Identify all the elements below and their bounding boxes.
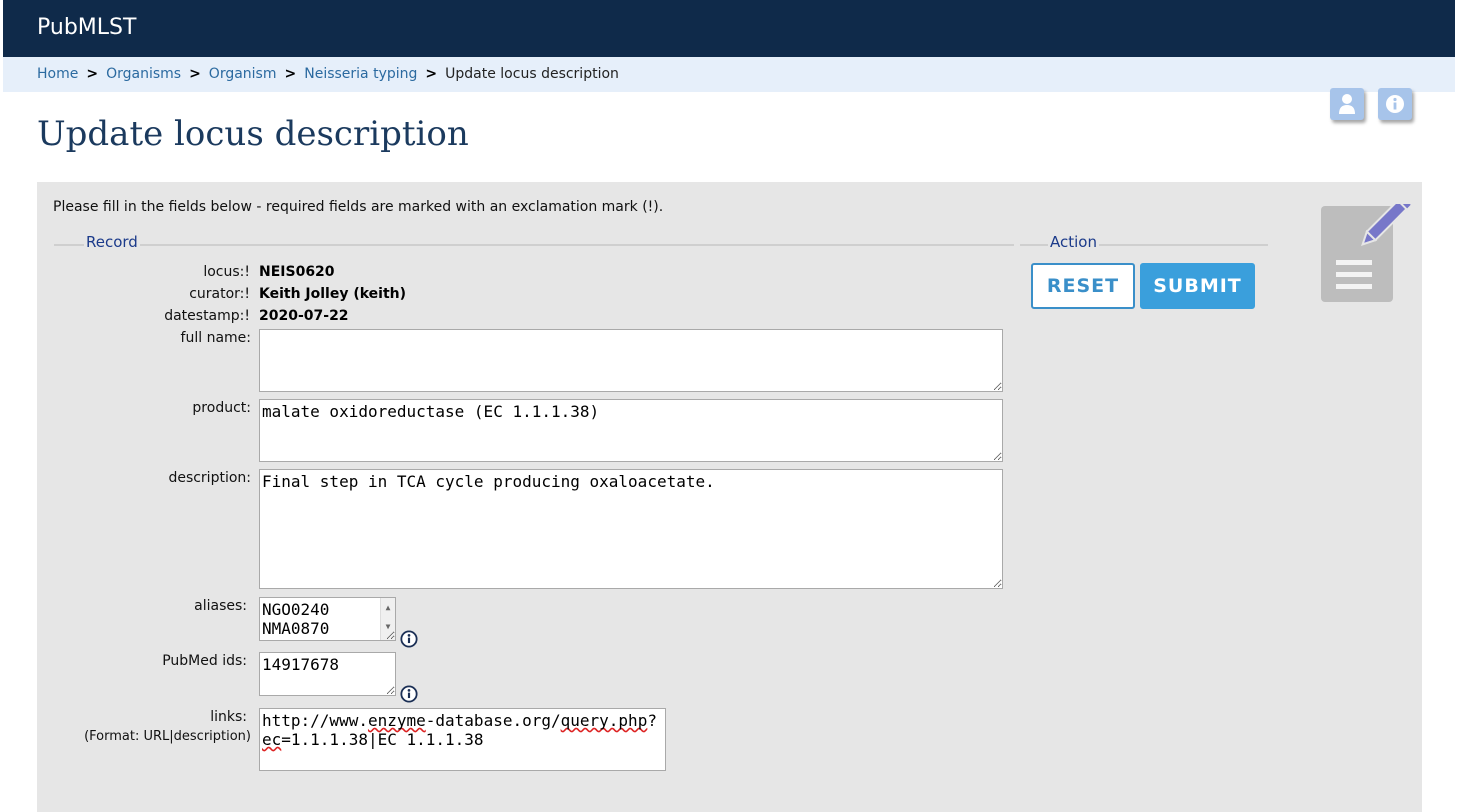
page-title: Update locus description xyxy=(37,114,469,154)
full-name-label: full name: xyxy=(180,330,251,346)
breadcrumb-neisseria-typing[interactable]: Neisseria typing xyxy=(304,66,417,82)
aliases-scrollbar[interactable]: ▲ ▼ xyxy=(380,598,395,640)
aliases-field[interactable]: NGO0240 NMA0870 ▲ ▼ xyxy=(259,597,396,641)
user-icon xyxy=(1339,94,1355,114)
record-legend: Record xyxy=(84,233,140,251)
link-text: ? xyxy=(647,711,657,730)
link-text: http://www. xyxy=(262,711,368,730)
breadcrumb-home[interactable]: Home xyxy=(37,66,78,82)
pubmed-info-icon[interactable] xyxy=(400,685,418,703)
brand-title[interactable]: PubMLST xyxy=(37,15,136,40)
link-text-misspelled: query.php xyxy=(560,711,648,730)
datestamp-value: 2020-07-22 xyxy=(259,308,349,324)
locus-value: NEIS0620 xyxy=(259,264,335,280)
curator-value: Keith Jolley (keith) xyxy=(259,286,407,302)
breadcrumb-organism[interactable]: Organism xyxy=(209,66,277,82)
reset-button[interactable]: RESET xyxy=(1031,263,1135,309)
curator-label: curator:! xyxy=(189,286,250,302)
aliases-info-icon[interactable] xyxy=(400,630,418,648)
form-instructions: Please fill in the fields below - requir… xyxy=(53,199,664,215)
pubmed-ids-label: PubMed ids: xyxy=(162,653,247,669)
product-label: product: xyxy=(192,400,251,416)
pubmed-ids-field[interactable] xyxy=(259,652,396,696)
full-name-field[interactable] xyxy=(259,329,1003,392)
datestamp-label: datestamp:! xyxy=(164,308,250,324)
alias-item: NMA0870 xyxy=(262,619,330,638)
link-text: =1.1.1.38|EC 1.1.1.38 xyxy=(281,730,484,749)
edit-document-icon xyxy=(1321,204,1411,302)
breadcrumb: Home > Organisms > Organism > Neisseria typing… xyxy=(3,57,1455,92)
breadcrumb-current: Update locus description xyxy=(445,66,619,82)
info-button[interactable] xyxy=(1378,88,1412,120)
locus-label: locus:! xyxy=(203,264,250,280)
links-label: links: xyxy=(210,709,247,725)
record-fieldset-border xyxy=(54,244,1014,246)
action-legend: Action xyxy=(1048,233,1099,251)
scroll-up-icon[interactable]: ▲ xyxy=(381,598,395,617)
description-label: description: xyxy=(168,470,251,486)
link-text-misspelled: enzyme xyxy=(367,711,426,730)
links-field[interactable]: http://www.enzyme-database.org/query.php… xyxy=(259,708,666,771)
breadcrumb-separator: > xyxy=(189,66,201,82)
link-text-misspelled: ec xyxy=(262,730,282,749)
link-text: -database.org/ xyxy=(425,711,561,730)
breadcrumb-separator: > xyxy=(86,66,99,82)
submit-button[interactable]: SUBMIT xyxy=(1140,263,1255,309)
links-format-hint: (Format: URL|description) xyxy=(84,729,251,744)
breadcrumb-separator: > xyxy=(284,66,297,82)
info-icon xyxy=(1386,95,1404,113)
product-field[interactable] xyxy=(259,399,1003,462)
top-navbar: PubMLST xyxy=(3,0,1455,57)
scroll-down-icon[interactable]: ▼ xyxy=(381,617,395,636)
form-panel: Please fill in the fields below - requir… xyxy=(37,182,1422,812)
user-button[interactable] xyxy=(1330,88,1364,120)
alias-item: NGO0240 xyxy=(262,600,330,619)
breadcrumb-separator: > xyxy=(425,66,438,82)
breadcrumb-organisms[interactable]: Organisms xyxy=(106,66,181,82)
description-field[interactable] xyxy=(259,469,1003,589)
aliases-label: aliases: xyxy=(194,598,247,614)
